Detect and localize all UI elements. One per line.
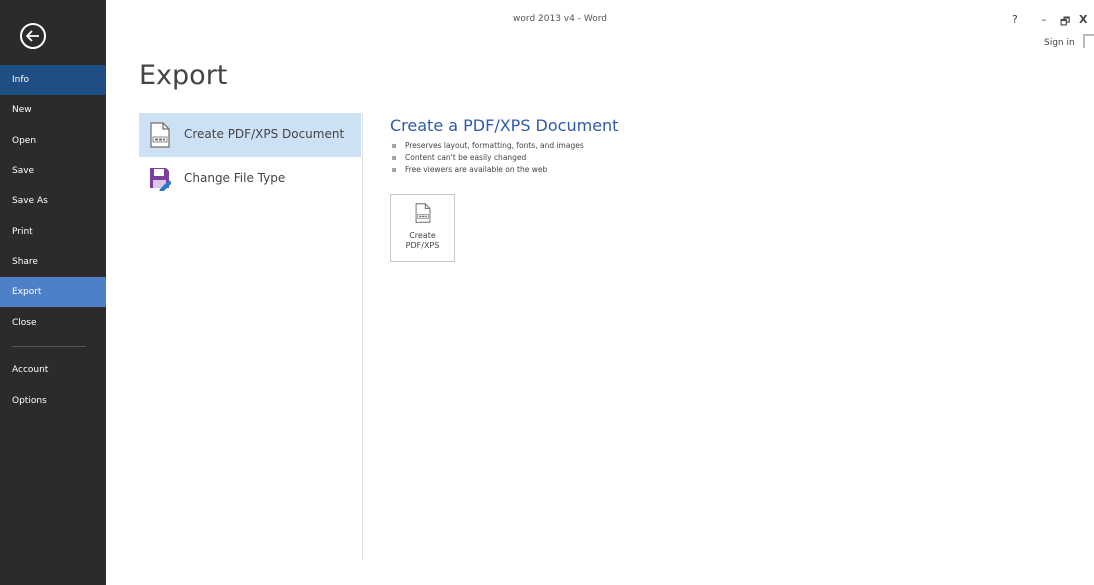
sidebar-item-share[interactable]: Share: [0, 247, 106, 277]
sign-in-link[interactable]: Sign in: [1044, 38, 1075, 48]
list-item: Content can't be easily changed: [390, 152, 584, 164]
sidebar-item-options[interactable]: Options: [0, 386, 106, 416]
list-item: Free viewers are available on the web: [390, 164, 584, 176]
pdf-document-icon: [415, 203, 431, 223]
back-button[interactable]: [20, 23, 46, 49]
sidebar-item-save-as[interactable]: Save As: [0, 186, 106, 216]
export-option-label: Change File Type: [184, 171, 286, 185]
sidebar-divider: [12, 346, 86, 347]
close-button[interactable]: X: [1079, 13, 1087, 26]
sidebar-item-print[interactable]: Print: [0, 217, 106, 247]
sidebar-item-account[interactable]: Account: [0, 355, 106, 385]
page-title: Export: [139, 60, 228, 91]
avatar[interactable]: [1083, 34, 1094, 48]
back-arrow-icon: [26, 30, 39, 42]
sidebar-item-new[interactable]: New: [0, 95, 106, 125]
restore-button[interactable]: 🗗: [1060, 13, 1070, 32]
content-divider: [362, 113, 363, 560]
minimize-button[interactable]: –: [1041, 13, 1047, 26]
export-options-list: Create PDF/XPS Document Change File Type: [139, 113, 361, 201]
create-pdf-xps-button[interactable]: Create PDF/XPS: [390, 194, 455, 262]
list-item: Preserves layout, formatting, fonts, and…: [390, 140, 584, 152]
detail-bullet-list: Preserves layout, formatting, fonts, and…: [390, 140, 584, 176]
sidebar-item-close[interactable]: Close: [0, 308, 106, 338]
export-option-change-file-type[interactable]: Change File Type: [139, 157, 361, 201]
sidebar-item-export[interactable]: Export: [0, 277, 106, 307]
pdf-document-icon: [150, 122, 170, 148]
detail-title: Create a PDF/XPS Document: [390, 116, 619, 135]
export-option-label: Create PDF/XPS Document: [184, 127, 345, 141]
help-button[interactable]: ?: [1012, 13, 1018, 26]
sidebar-item-open[interactable]: Open: [0, 126, 106, 156]
create-pdf-xps-button-label: Create PDF/XPS: [405, 231, 440, 250]
backstage-sidebar: Info New Open Save Save As Print Share E…: [0, 0, 106, 585]
export-option-create-pdf-xps[interactable]: Create PDF/XPS Document: [139, 113, 361, 157]
sidebar-item-save[interactable]: Save: [0, 156, 106, 186]
save-file-type-icon: [150, 168, 171, 191]
sidebar-item-info[interactable]: Info: [0, 65, 106, 95]
window-title: word 2013 v4 - Word: [513, 14, 607, 24]
